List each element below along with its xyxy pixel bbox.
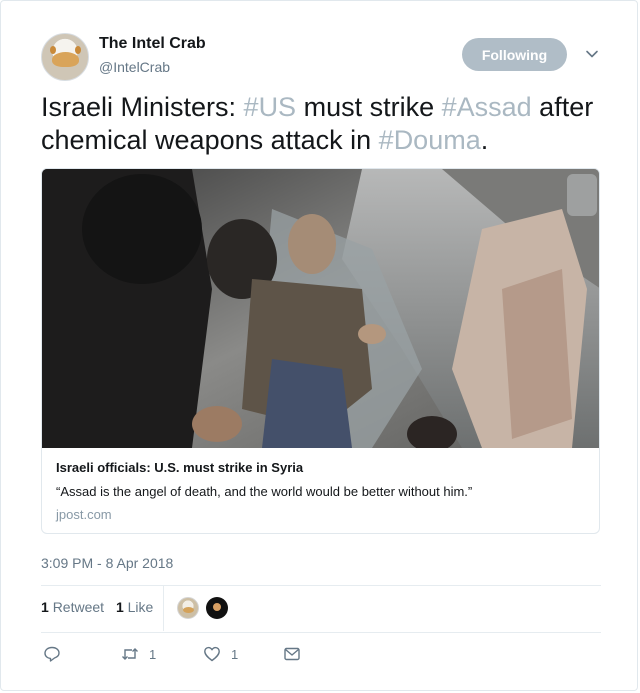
tweet-text: Israeli Ministers: #US must strike #Assa… [41,91,606,157]
caret-down-icon[interactable] [585,47,599,61]
card-title[interactable]: Israeli officials: U.S. must strike in S… [56,460,303,475]
tweet-text-segment: must strike [296,92,442,122]
retweet-button[interactable]: 1 [121,645,156,663]
retweet-stat-label: Retweet [52,599,105,615]
retweet-icon [122,648,138,660]
stats-separator [163,586,164,631]
tweet-text-segment: . [480,125,489,155]
tweet-actions: 1 1 [41,645,341,669]
divider [41,632,601,633]
hashtag-link[interactable]: #US [244,92,297,122]
like-button[interactable]: 1 [203,645,238,663]
heart-icon [204,646,220,662]
card-body[interactable]: Israeli officials: U.S. must strike in S… [42,448,599,533]
divider [41,585,601,586]
liker-avatar[interactable] [177,597,199,619]
author-handle[interactable]: @IntelCrab [99,59,170,75]
direct-message-icon [284,647,300,661]
tweet-stats: 1 Retweet 1 Like [41,599,161,615]
link-preview-card[interactable]: Israeli officials: U.S. must strike in S… [41,168,600,534]
card-photo[interactable] [42,169,600,448]
author-avatar[interactable] [41,33,89,81]
like-stat-label: Like [127,599,154,615]
reply-button[interactable] [43,645,61,663]
tweet-timestamp[interactable]: 3:09 PM - 8 Apr 2018 [41,555,173,571]
liker-avatar[interactable] [206,597,228,619]
retweet-count: 1 [149,646,157,662]
following-button[interactable]: Following [462,38,567,71]
author-display-name[interactable]: The Intel Crab [99,35,206,53]
tweet-container: The Intel Crab @IntelCrab Following Isra… [0,0,638,691]
like-count: 1 [231,646,239,662]
tweet-text-segment: Israeli Ministers: [41,92,244,122]
like-stat[interactable]: 1 Like [116,599,153,615]
like-stat-count: 1 [115,599,124,615]
hashtag-link[interactable]: #Douma [379,125,481,155]
direct-message-button[interactable] [283,645,301,663]
card-description: “Assad is the angel of death, and the wo… [56,484,473,499]
hashtag-link[interactable]: #Assad [442,92,532,122]
reply-icon [44,646,60,662]
tweet-header: The Intel Crab @IntelCrab Following [41,31,606,85]
retweet-stat-count: 1 [41,599,49,615]
card-domain: jpost.com [56,507,112,522]
retweet-stat[interactable]: 1 Retweet [41,599,104,615]
